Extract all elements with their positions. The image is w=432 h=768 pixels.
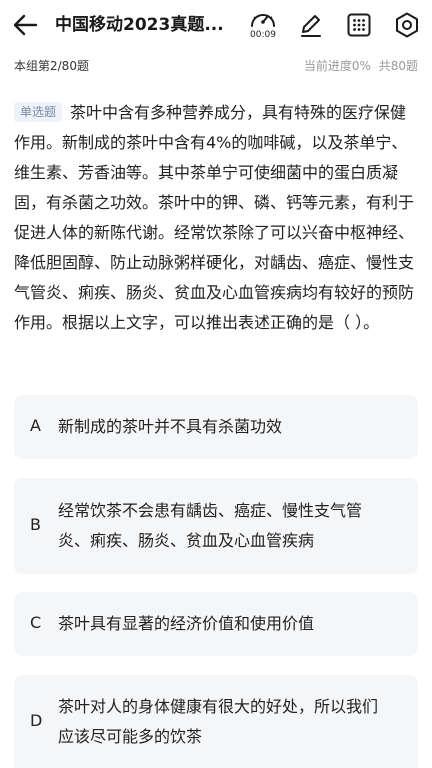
total-questions-label: 共80题 (378, 59, 418, 73)
timer-button[interactable]: 00:09 (246, 8, 280, 42)
option-letter: B (30, 515, 41, 534)
option-text: 茶叶具有显著的经济价值和使用价值 (58, 614, 315, 633)
option-text: 茶叶对人的身体健康有很大的好处，所以我们应该尽可能多的饮茶 (58, 697, 379, 746)
option-letter: D (30, 711, 43, 730)
gear-icon[interactable] (394, 12, 420, 38)
page-title: 中国移动2023真题... (55, 15, 224, 35)
option-text: 新制成的茶叶并不具有杀菌功效 (58, 417, 283, 436)
question-stem: 单选题 茶叶中含有多种营养成分，具有特殊的医疗保健作用。新制成的茶叶中含有4%的咖… (14, 98, 418, 338)
option-text: 经常饮茶不会患有龋齿、癌症、慢性支气管炎、痢疾、肠炎、贫血及心血管疾病 (58, 501, 363, 550)
progress-info: 当前进度0% 共80题 (304, 58, 418, 74)
question-text: 茶叶中含有多种营养成分，具有特殊的医疗保健作用。新制成的茶叶中含有4%的咖啡碱，… (14, 103, 415, 332)
option-c[interactable]: C 茶叶具有显著的经济价值和使用价值 (14, 592, 418, 656)
option-d[interactable]: D 茶叶对人的身体健康有很大的好处，所以我们应该尽可能多的饮茶 (14, 675, 418, 768)
timer-text: 00:09 (250, 30, 276, 40)
pencil-icon[interactable] (298, 12, 324, 38)
progress-percent-label: 当前进度0% (303, 59, 371, 73)
option-a[interactable]: A 新制成的茶叶并不具有杀菌功效 (14, 395, 418, 459)
option-letter: A (30, 416, 41, 435)
back-arrow-icon[interactable] (12, 13, 38, 37)
question-position-label: 本组第2/80题 (14, 59, 89, 73)
top-bar: 中国移动2023真题... 00:09 (0, 0, 432, 50)
question-type-badge: 单选题 (14, 102, 63, 122)
speedometer-icon (251, 14, 275, 27)
option-letter: C (30, 613, 42, 632)
option-b[interactable]: B 经常饮茶不会患有龋齿、癌症、慢性支气管炎、痢疾、肠炎、贫血及心血管疾病 (14, 478, 418, 574)
answer-sheet-grid-icon[interactable] (346, 12, 372, 38)
